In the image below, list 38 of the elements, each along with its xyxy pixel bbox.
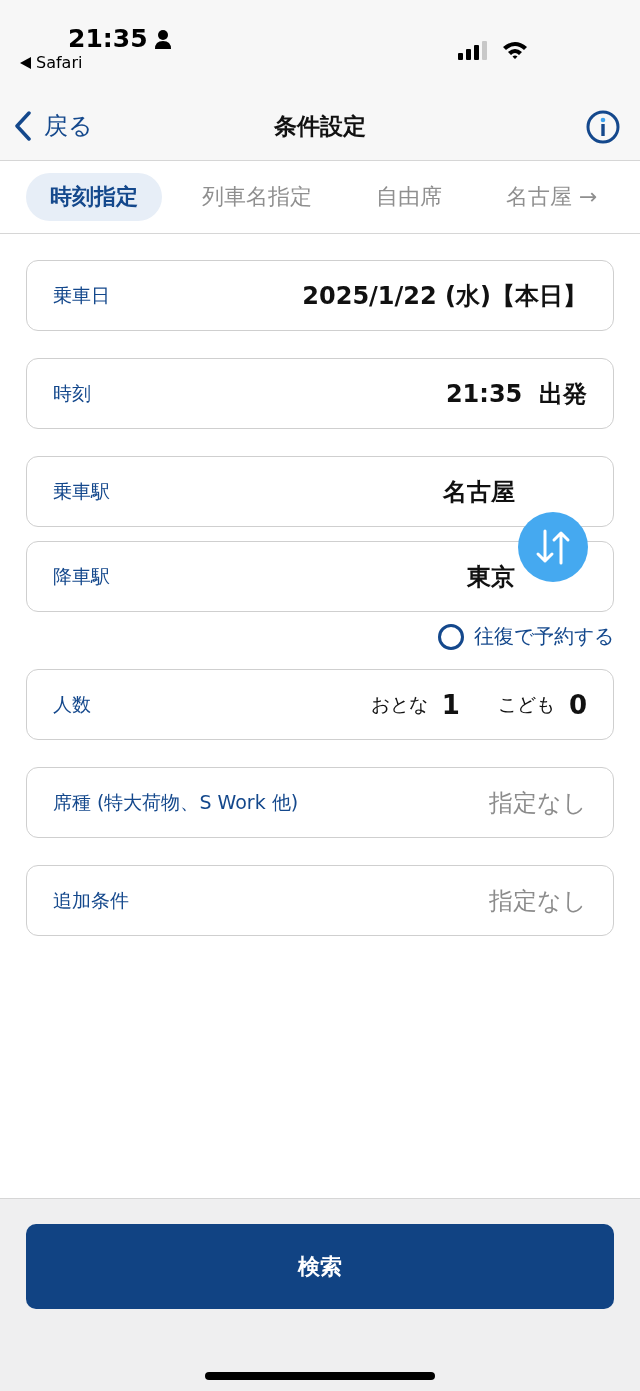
- field-label: 席種 (特大荷物、S Work 他): [53, 789, 299, 815]
- round-trip-toggle[interactable]: 往復で予約する: [438, 623, 614, 650]
- placeholder-text: 指定なし: [489, 885, 587, 917]
- signal-icon: [458, 40, 490, 60]
- search-button[interactable]: 検索: [26, 1224, 614, 1309]
- field-value: 21:35 出発: [445, 378, 587, 410]
- wifi-icon: [502, 40, 528, 60]
- person-icon: [153, 28, 172, 49]
- back-to-app-link[interactable]: Safari: [36, 53, 83, 72]
- back-triangle-icon[interactable]: [20, 56, 31, 69]
- field-card[interactable]: 人数 おとな 1 こども 0: [26, 669, 614, 740]
- adult-count: 1: [441, 689, 460, 720]
- page-title: 条件設定: [274, 112, 366, 139]
- field-card[interactable]: 降車駅 東京: [26, 541, 614, 612]
- field-label: 人数: [53, 691, 91, 717]
- field-card[interactable]: 乗車駅 名古屋: [26, 456, 614, 527]
- field-label: 時刻: [53, 380, 91, 406]
- field-card[interactable]: 席種 (特大荷物、S Work 他) 指定なし: [26, 767, 614, 838]
- field-card[interactable]: 追加条件 指定なし: [26, 865, 614, 936]
- placeholder-text: 指定なし: [489, 787, 587, 819]
- back-button[interactable]: 戻る: [14, 110, 93, 142]
- field-value: 2025/1/22 (水)【本日】: [302, 280, 587, 312]
- station-name: 名古屋: [443, 476, 515, 508]
- adult-label: おとな: [370, 691, 428, 717]
- tab[interactable]: 時刻指定: [26, 173, 162, 221]
- info-icon[interactable]: [586, 110, 620, 144]
- field-card[interactable]: 乗車日 2025/1/22 (水)【本日】: [26, 260, 614, 331]
- child-count: 0: [568, 689, 587, 720]
- field-label: 乗車日: [53, 282, 110, 308]
- field-card[interactable]: 時刻 21:35 出発: [26, 358, 614, 429]
- field-label: 降車駅: [53, 563, 110, 589]
- child-label: こども: [497, 691, 555, 717]
- field-label: 乗車駅: [53, 478, 110, 504]
- clock-time: 21:35: [68, 24, 148, 53]
- radio-icon[interactable]: [438, 623, 464, 650]
- station-name: 東京: [467, 561, 515, 593]
- field-label: 追加条件: [53, 887, 129, 913]
- back-chevron-icon[interactable]: [14, 111, 32, 141]
